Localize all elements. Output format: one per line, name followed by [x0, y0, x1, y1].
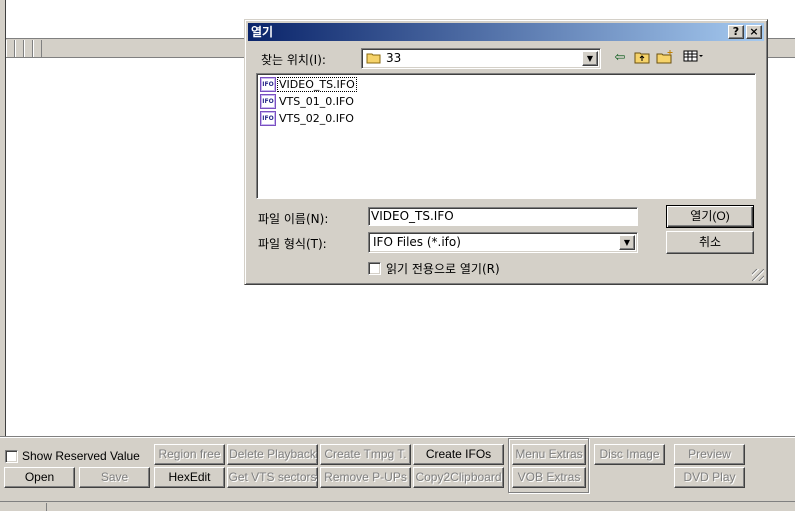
filetype-combobox[interactable]: IFO Files (*.ifo) ▼: [368, 232, 638, 253]
column-header[interactable]: [15, 40, 24, 57]
look-in-label: 찾는 위치(I):: [261, 53, 326, 67]
readonly-checkbox[interactable]: 읽기 전용으로 열기(R): [368, 260, 500, 277]
file-name: VIDEO_TS.IFO: [277, 76, 357, 92]
create-tmpg-button[interactable]: Create Tmpg T.: [320, 444, 411, 465]
chevron-down-icon[interactable]: ▼: [582, 51, 598, 66]
look-in-combobox[interactable]: 33 ▼: [361, 48, 601, 69]
up-folder-icon[interactable]: [633, 50, 651, 69]
show-reserved-label: Show Reserved Value: [22, 449, 140, 463]
ifo-file-icon: IFO: [260, 76, 276, 92]
list-item[interactable]: IFO VIDEO_TS.IFO: [260, 76, 357, 92]
filetype-label: 파일 형식(T):: [258, 237, 327, 251]
open-dialog-button[interactable]: 열기(O): [666, 205, 754, 228]
resize-grip-icon[interactable]: [752, 269, 764, 281]
preview-button[interactable]: Preview: [674, 444, 745, 465]
divider: [0, 436, 795, 438]
filename-label: 파일 이름(N):: [258, 212, 329, 226]
open-button[interactable]: Open: [4, 467, 75, 488]
save-button[interactable]: Save: [79, 467, 150, 488]
dialog-title: 열기: [251, 25, 274, 39]
dvd-play-button[interactable]: DVD Play: [674, 467, 745, 488]
disc-image-button[interactable]: Disc Image: [594, 444, 665, 465]
new-folder-icon[interactable]: [656, 50, 674, 69]
look-in-value: 33: [386, 51, 402, 65]
filename-input[interactable]: VIDEO_TS.IFO: [368, 207, 638, 226]
ifo-file-icon: IFO: [260, 110, 276, 126]
get-vts-sectors-button[interactable]: Get VTS sectors: [227, 467, 318, 488]
vob-extras-button[interactable]: VOB Extras: [512, 467, 586, 488]
file-name: VTS_01_0.IFO: [279, 94, 354, 108]
file-list[interactable]: IFO VIDEO_TS.IFO IFO VTS_01_0.IFO IFO VT…: [256, 73, 756, 199]
file-name: VTS_02_0.IFO: [279, 111, 354, 125]
hexedit-button[interactable]: HexEdit: [154, 467, 225, 488]
folder-icon: [366, 53, 381, 64]
back-arrow-icon[interactable]: ⇦: [611, 50, 629, 66]
status-bar: [0, 501, 795, 511]
column-header[interactable]: [6, 40, 15, 57]
create-ifos-button[interactable]: Create IFOs: [413, 444, 504, 465]
help-button[interactable]: ?: [728, 25, 744, 39]
show-reserved-checkbox[interactable]: Show Reserved Value: [5, 448, 140, 464]
checkbox-box[interactable]: [368, 262, 381, 275]
ifo-file-icon: IFO: [260, 93, 276, 109]
readonly-label: 읽기 전용으로 열기(R): [386, 262, 500, 276]
open-file-dialog: 열기 ? × 찾는 위치(I): 33 ▼ ⇦ IFO VIDEO_TS.IFO…: [244, 19, 768, 285]
region-free-button[interactable]: Region free: [154, 444, 225, 465]
checkbox-box[interactable]: [5, 449, 18, 463]
dialog-titlebar[interactable]: 열기 ? ×: [248, 23, 764, 41]
column-header[interactable]: [33, 40, 42, 57]
cancel-button[interactable]: 취소: [666, 231, 754, 254]
column-header[interactable]: [24, 40, 33, 57]
list-item[interactable]: IFO VTS_02_0.IFO: [260, 110, 355, 126]
list-item[interactable]: IFO VTS_01_0.IFO: [260, 93, 355, 109]
close-button[interactable]: ×: [746, 25, 762, 39]
menu-extras-button[interactable]: Menu Extras: [512, 444, 586, 465]
view-menu-icon[interactable]: [681, 50, 707, 67]
remove-pups-button[interactable]: Remove P-UPs: [320, 467, 411, 488]
copy-to-clipboard-button[interactable]: Copy2Clipboard: [413, 467, 504, 488]
filetype-value: IFO Files (*.ifo): [373, 235, 461, 249]
delete-playback-button[interactable]: Delete Playback: [227, 444, 318, 465]
chevron-down-icon[interactable]: ▼: [619, 235, 635, 250]
